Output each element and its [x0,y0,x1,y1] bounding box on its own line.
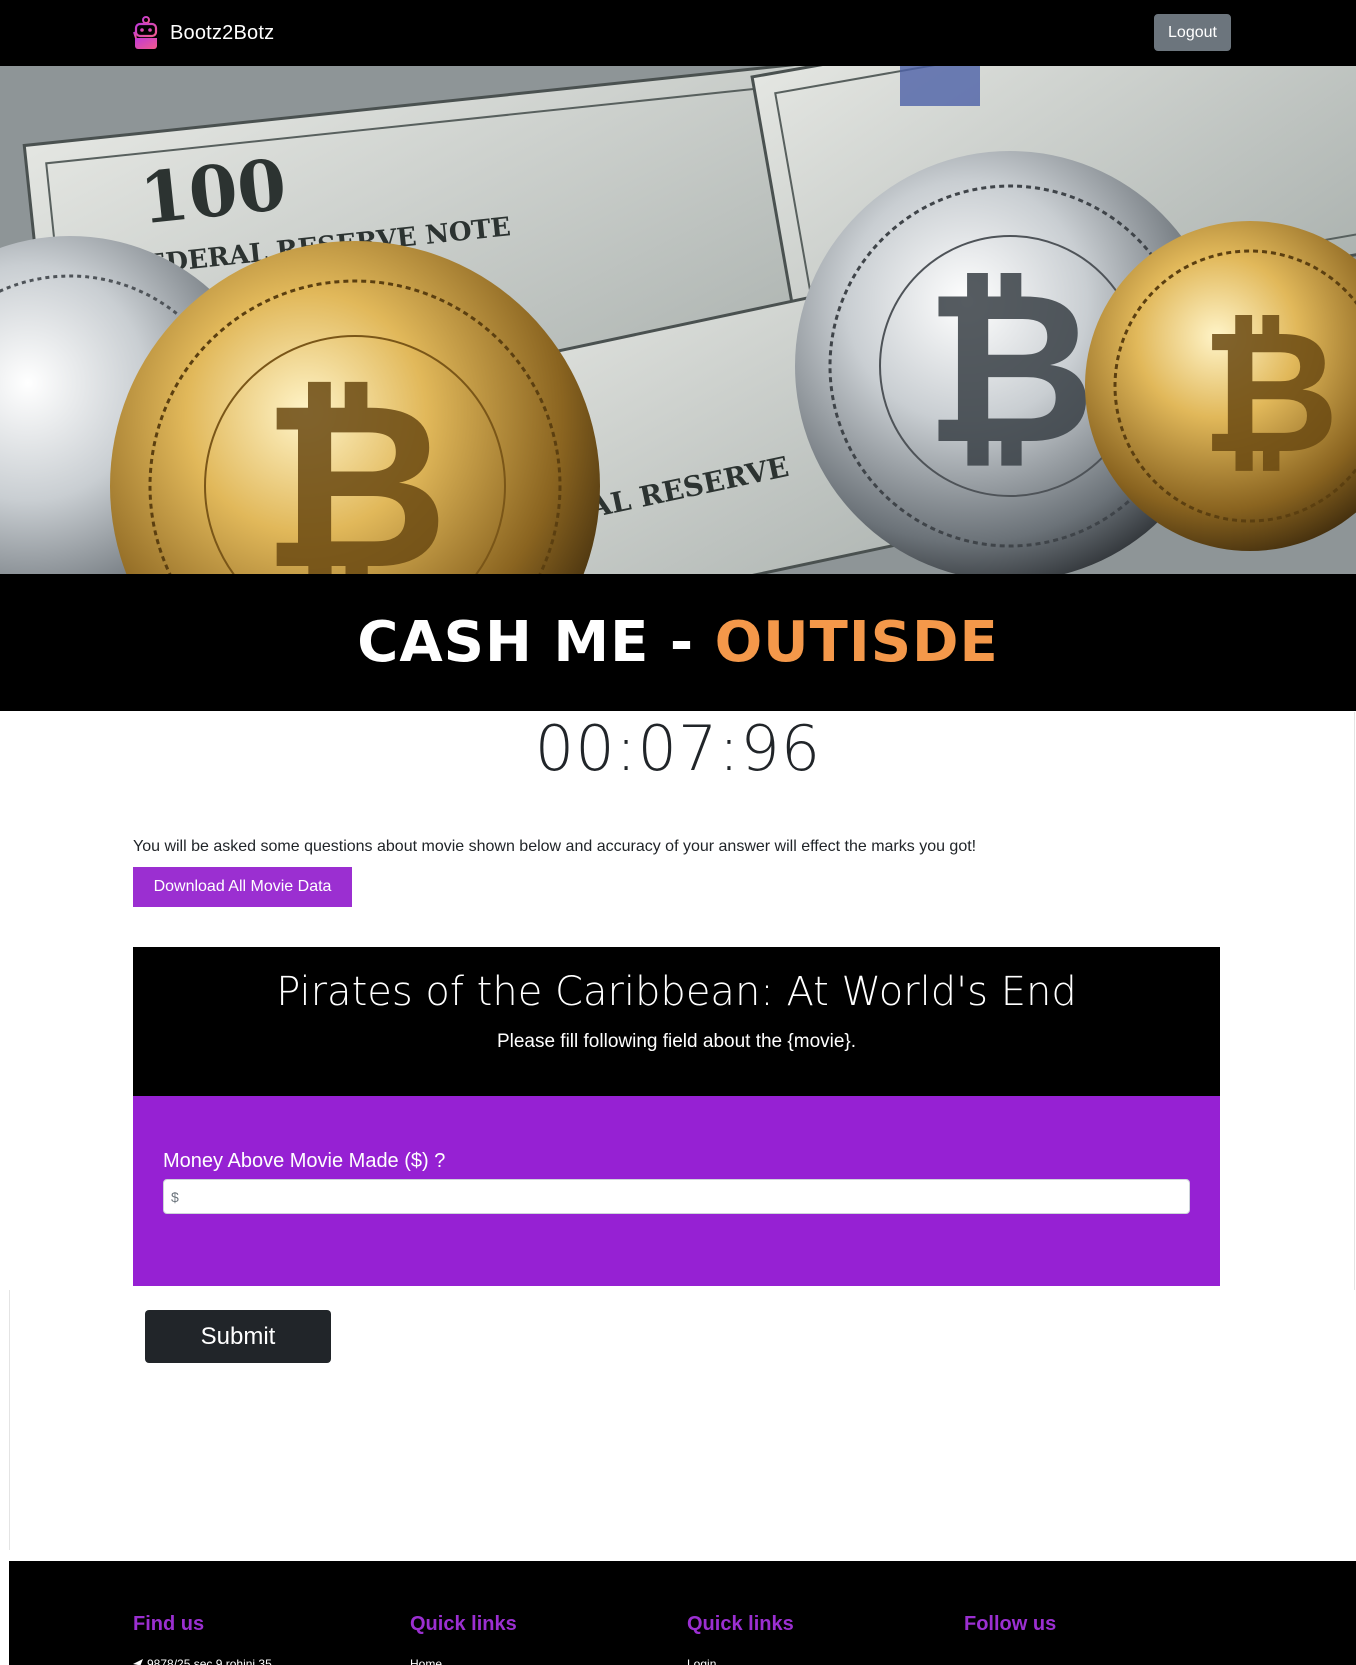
title-banner: CASH ME - OUTISDE [0,574,1356,711]
svg-text:₿: ₿ [924,246,1095,491]
robot-logo-icon [133,16,158,49]
footer-heading-quick-links: Quick links [687,1613,794,1635]
bitcoin-money-illustration: 100 FEDERAL RESERVE NOTE RAL RESERVE ₿ [0,66,1356,574]
movie-card-header: Pirates of the Caribbean: At World's End… [133,947,1220,1096]
banner-title-part1: CASH ME - [357,610,715,675]
footer-link-login[interactable]: Login [687,1657,716,1665]
countdown-timer: 00:07:96 [534,712,822,785]
footer-address: 9878/25 sec 9 rohini 35 [133,1657,272,1665]
hero-image: 100 FEDERAL RESERVE NOTE RAL RESERVE ₿ [0,66,1356,574]
footer-heading-find-us: Find us [133,1613,205,1635]
download-movie-data-button[interactable]: Download All Movie Data [133,867,352,907]
movie-title: Pirates of the Caribbean: At World's End [276,969,1077,1015]
footer-heading-quick-links: Quick links [410,1613,517,1635]
brand-name: Bootz2Botz [170,21,275,44]
navbar: Bootz2Botz Logout [0,0,1356,66]
paper-plane-icon [133,1659,143,1665]
money-input[interactable] [163,1179,1190,1214]
money-field-label: Money Above Movie Made ($) ? [163,1150,446,1172]
footer-address-text: 9878/25 sec 9 rohini 35 [147,1657,272,1665]
banner-title-part2: OUTISDE [714,610,999,675]
footer-link-home[interactable]: Home [410,1657,442,1665]
svg-text:₿: ₿ [261,354,448,574]
banner-title: CASH ME - OUTISDE [357,610,999,675]
brand[interactable]: Bootz2Botz [132,16,274,50]
movie-form-body: Money Above Movie Made ($) ? [133,1096,1220,1286]
divider [9,1290,10,1550]
svg-text:₿: ₿ [1201,294,1340,492]
intro-text: You will be asked some questions about m… [133,838,977,855]
submit-button[interactable]: Submit [145,1310,331,1363]
svg-text:100: 100 [136,143,290,241]
footer-heading-follow-us: Follow us [964,1613,1057,1635]
footer: Find us 9878/25 sec 9 rohini 35 Quick li… [9,1561,1356,1665]
logout-button[interactable]: Logout [1154,14,1231,51]
movie-subtitle: Please fill following field about the {m… [496,1031,857,1052]
divider [1354,712,1355,1290]
